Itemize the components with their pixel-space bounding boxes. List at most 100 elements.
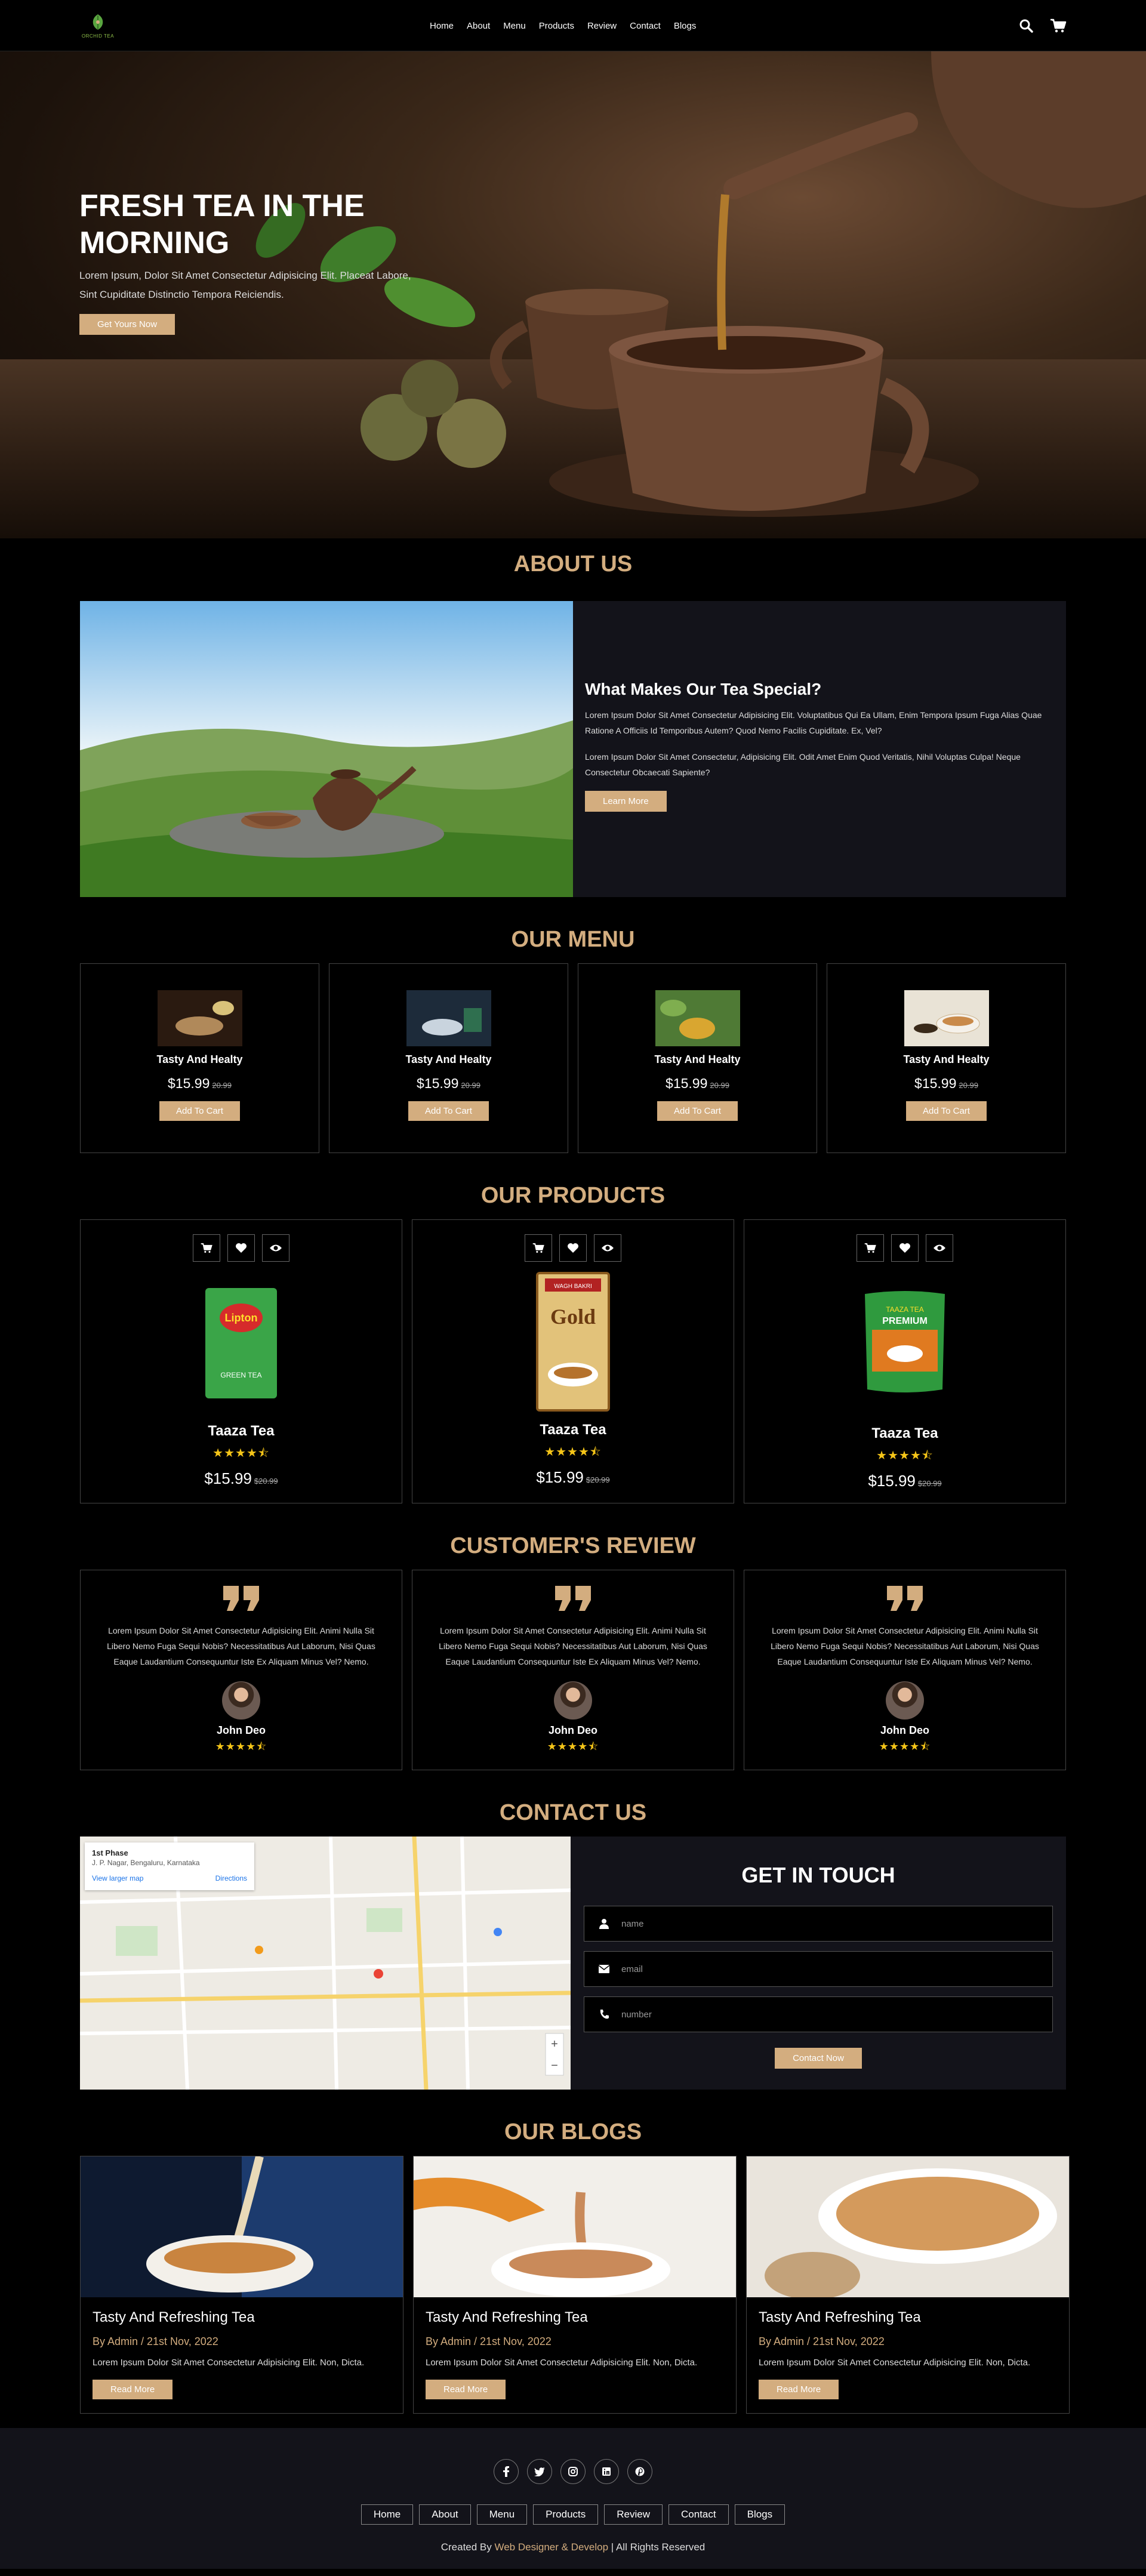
instagram-icon[interactable] [560, 2459, 586, 2484]
svg-text:−: − [551, 2059, 558, 2072]
credit-prefix: Created By [440, 2541, 495, 2553]
read-more-button[interactable]: Read More [759, 2380, 839, 2399]
blog-text: Lorem Ipsum Dolor Sit Amet Consectetur A… [759, 2358, 1031, 2368]
rating-stars: ★★★★⯪ [879, 1740, 931, 1752]
blog-card: Tasty And Refreshing Tea By Admin / 21st… [413, 2156, 737, 2414]
read-more-button[interactable]: Read More [426, 2380, 506, 2399]
avatar [554, 1681, 592, 1720]
map-embed[interactable]: + − 1st Phase J. P. Nagar, Bengaluru, Ka… [80, 1837, 571, 2090]
footer-link-blogs[interactable]: Blogs [734, 2504, 785, 2525]
footer-link-review[interactable]: Review [604, 2504, 663, 2525]
facebook-icon[interactable] [494, 2459, 519, 2484]
cart-icon[interactable] [193, 1234, 220, 1262]
get-yours-now-button[interactable]: Get Yours Now [79, 314, 175, 335]
review-card: Lorem Ipsum Dolor Sit Amet Consectetur A… [744, 1570, 1066, 1770]
add-to-cart-button[interactable]: Add To Cart [159, 1101, 240, 1121]
menu-image [655, 990, 740, 1046]
add-to-cart-button[interactable]: Add To Cart [408, 1101, 489, 1121]
footer-link-menu[interactable]: Menu [476, 2504, 528, 2525]
price: $15.99 [417, 1076, 459, 1091]
quote-icon [555, 1586, 591, 1611]
quote-icon [223, 1586, 259, 1611]
hero-text: Lorem Ipsum, Dolor Sit Amet Consectetur … [79, 270, 411, 300]
footer-link-about[interactable]: About [419, 2504, 471, 2525]
menu-heading: OUR MENU [511, 927, 635, 952]
blogs-heading: OUR BLOGS [504, 2119, 642, 2144]
cart-icon[interactable] [525, 1234, 552, 1262]
contact-section: CONTACT US + − 1st Phase J. P. Nagar, Be… [80, 1787, 1066, 2090]
review-text: Lorem Ipsum Dolor Sit Amet Consectetur A… [771, 1626, 1039, 1666]
logo[interactable]: ORCHID TEA [79, 9, 116, 42]
header-icons [1019, 19, 1067, 33]
contact-now-button[interactable]: Contact Now [775, 2048, 862, 2069]
pinterest-icon[interactable] [627, 2459, 652, 2484]
review-grid: Lorem Ipsum Dolor Sit Amet Consectetur A… [80, 1570, 1066, 1770]
menu-item-name: Tasty And Healty [156, 1053, 243, 1065]
hero-title: FRESH TEA IN THE MORNING [79, 189, 365, 260]
credit-author-link[interactable]: Web Designer & Develop [494, 2541, 608, 2553]
phone-icon [600, 2010, 609, 2019]
cart-icon[interactable] [857, 1234, 884, 1262]
menu-image [157, 990, 242, 1046]
rating-stars: ★★★★⯪ [212, 1447, 270, 1460]
credit-line: Created By Web Designer & Develop | All … [441, 2541, 706, 2553]
product-name: Taaza Tea [540, 1422, 606, 1438]
social-links [494, 2459, 652, 2484]
name-input[interactable] [609, 1918, 1052, 1929]
blog-title: Tasty And Refreshing Tea [426, 2309, 588, 2325]
nav-home[interactable]: Home [430, 21, 454, 31]
blog-card: Tasty And Refreshing Tea By Admin / 21st… [80, 2156, 403, 2414]
eye-icon[interactable] [926, 1234, 953, 1262]
directions-link[interactable]: Directions [215, 1874, 247, 1882]
blog-image [414, 2156, 736, 2297]
nav-about[interactable]: About [467, 21, 490, 31]
product-card: WAGH BAKRI Gold Taaza Tea ★★★★⯪ $15.99 $2… [412, 1219, 734, 1503]
search-icon[interactable] [1019, 19, 1033, 33]
nav-contact[interactable]: Contact [630, 21, 661, 31]
svg-text:+: + [551, 2038, 558, 2051]
about-image [80, 601, 573, 897]
price: $15.99 [204, 1469, 252, 1487]
credit-suffix: | All Rights Reserved [608, 2541, 706, 2553]
nav-review[interactable]: Review [587, 21, 617, 31]
blog-card: Tasty And Refreshing Tea By Admin / 21st… [746, 2156, 1070, 2414]
footer-link-products[interactable]: Products [533, 2504, 599, 2525]
price-row: $15.99 $20.99 [536, 1468, 609, 1487]
user-icon [599, 1919, 609, 1929]
menu-item-name: Tasty And Healty [654, 1053, 741, 1065]
email-input[interactable] [609, 1964, 1052, 1974]
nav-blogs[interactable]: Blogs [674, 21, 697, 31]
tea-plantation-illustration [80, 601, 573, 897]
cart-icon[interactable] [1050, 19, 1067, 33]
heart-icon[interactable] [891, 1234, 919, 1262]
product-name: Taaza Tea [871, 1425, 938, 1441]
linkedin-icon[interactable] [594, 2459, 619, 2484]
avatar [222, 1681, 260, 1720]
about-body: What Makes Our Tea Special? Lorem Ipsum … [573, 601, 1066, 897]
add-to-cart-button[interactable]: Add To Cart [657, 1101, 738, 1121]
product-actions [193, 1234, 289, 1262]
nav-menu[interactable]: Menu [503, 21, 526, 31]
footer-link-contact[interactable]: Contact [668, 2504, 729, 2525]
heart-icon[interactable] [559, 1234, 587, 1262]
footer-link-home[interactable]: Home [361, 2504, 414, 2525]
twitter-icon[interactable] [527, 2459, 552, 2484]
pack-brand: Lipton [225, 1312, 258, 1324]
review-text: Lorem Ipsum Dolor Sit Amet Consectetur A… [439, 1626, 707, 1666]
nav-products[interactable]: Products [539, 21, 574, 31]
heart-icon[interactable] [227, 1234, 255, 1262]
menu-card: Tasty And Healty $15.99 20.99 Add To Cart [578, 963, 817, 1153]
eye-icon[interactable] [262, 1234, 289, 1262]
price-row: $15.99 20.99 [914, 1076, 978, 1092]
blog-title: Tasty And Refreshing Tea [759, 2309, 921, 2325]
product-actions [525, 1234, 621, 1262]
view-larger-map-link[interactable]: View larger map [92, 1874, 143, 1882]
number-input[interactable] [609, 2009, 1052, 2020]
menu-card: Tasty And Healty $15.99 20.99 Add To Cart [827, 963, 1066, 1153]
map-info-card: 1st Phase J. P. Nagar, Bengaluru, Karnat… [85, 1842, 254, 1890]
eye-icon[interactable] [594, 1234, 621, 1262]
learn-more-button[interactable]: Learn More [585, 791, 667, 812]
add-to-cart-button[interactable]: Add To Cart [906, 1101, 987, 1121]
read-more-button[interactable]: Read More [93, 2380, 173, 2399]
product-card: Lipton GREEN TEA Taaza Tea ★★★★⯪ $15.99 $… [80, 1219, 402, 1503]
